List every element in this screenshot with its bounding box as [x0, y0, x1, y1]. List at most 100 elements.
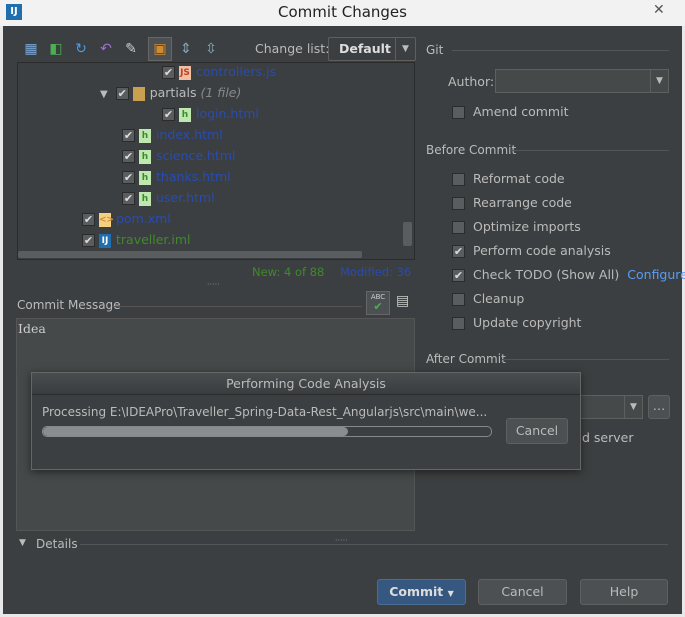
change-list-value: Default — [339, 41, 391, 56]
progress-fill — [43, 427, 348, 436]
progress-text: Processing E:\IDEAPro\Traveller_Spring-D… — [42, 405, 488, 419]
tree-item-label: pom.xml — [116, 211, 171, 226]
tree-item-label: thanks.html — [156, 169, 231, 184]
splitter-handle[interactable]: ····· — [335, 536, 348, 545]
tree-vertical-scrollbar[interactable] — [403, 222, 412, 246]
tree-item[interactable]: ✔ h science.html — [122, 146, 235, 166]
tree-item[interactable]: ✔ <> pom.xml — [82, 209, 171, 229]
close-button[interactable]: ✕ — [653, 0, 679, 20]
html-file-icon: h — [139, 191, 151, 206]
intellij-logo-icon: IJ — [6, 4, 22, 20]
include-checkbox[interactable]: ✔ — [122, 150, 135, 163]
include-checkbox[interactable]: ✔ — [122, 129, 135, 142]
after-commit-section-title: After Commit — [426, 352, 506, 366]
after-commit-option-text: d server — [582, 430, 634, 445]
tree-item-label: user.html — [156, 190, 215, 205]
commit-message-history-icon[interactable]: ▤ — [396, 293, 409, 309]
tree-item[interactable]: ▼ ✔ partials (1 file) — [100, 83, 241, 103]
status-modified: Modified: 36 — [340, 265, 412, 279]
option-checkbox[interactable]: Rearrange code — [452, 193, 572, 213]
commit-button[interactable]: Commit ▼ — [377, 579, 466, 605]
tree-item-label: index.html — [156, 127, 223, 142]
progress-dialog-title: Performing Code Analysis — [32, 373, 580, 395]
tree-item-label: partials — [149, 85, 197, 100]
change-list-label: Change list: — [255, 41, 330, 56]
commit-message-label: Commit Message — [17, 298, 121, 312]
before-commit-section-title: Before Commit — [426, 143, 517, 157]
tree-item[interactable]: ✔ JS controllers.js — [162, 63, 277, 82]
option-checkbox[interactable]: Reformat code — [452, 169, 565, 189]
amend-commit-checkbox[interactable]: Amend commit — [452, 102, 568, 122]
include-checkbox[interactable]: ✔ — [82, 213, 95, 226]
move-to-changelist-icon[interactable]: ◧ — [47, 40, 65, 58]
tree-item[interactable]: ✔ h login.html — [162, 104, 259, 124]
tree-horizontal-scrollbar[interactable] — [18, 251, 362, 258]
rollback-icon[interactable]: ↶ — [97, 40, 115, 58]
expand-all-icon[interactable]: ⇕ — [177, 40, 195, 58]
include-checkbox[interactable]: ✔ — [162, 108, 175, 121]
html-file-icon: h — [139, 149, 151, 164]
progress-cancel-button[interactable]: Cancel — [506, 418, 568, 444]
xml-file-icon: <> — [99, 212, 115, 227]
chevron-down-icon: ▼ — [624, 396, 642, 418]
divider — [452, 50, 669, 51]
details-label[interactable]: Details — [36, 537, 78, 551]
edit-source-icon[interactable]: ✎ — [122, 40, 140, 58]
tree-item[interactable]: ✔ IJ traveller.iml — [82, 230, 191, 250]
tree-item-label: traveller.iml — [116, 232, 191, 247]
cancel-button[interactable]: Cancel — [478, 579, 567, 605]
divider — [510, 150, 669, 151]
status-new: New: 4 of 88 — [252, 265, 325, 279]
expand-arrow-icon[interactable]: ▼ — [100, 89, 108, 100]
author-combobox[interactable]: ▼ — [495, 69, 669, 93]
tree-item-label: science.html — [156, 148, 236, 163]
chevron-down-icon: ▼ — [650, 70, 668, 92]
browse-button[interactable]: … — [648, 395, 670, 419]
file-count: (1 file) — [200, 85, 242, 100]
git-section-title: Git — [426, 43, 444, 57]
author-label: Author: — [448, 74, 495, 89]
details-toggle-icon[interactable]: ▼ — [19, 538, 26, 548]
option-checkbox[interactable]: ✔ Perform code analysis — [452, 241, 611, 261]
group-by-directory-icon[interactable]: ▣ — [148, 37, 172, 61]
configure-link[interactable]: Configure — [627, 267, 685, 282]
option-checkbox[interactable]: Update copyright — [452, 313, 581, 333]
change-list-dropdown[interactable]: Default ▼ — [328, 37, 416, 61]
tree-item[interactable]: ✔ h user.html — [122, 188, 215, 208]
option-checkbox[interactable]: ✔ Check TODO (Show All) Configure — [452, 265, 685, 285]
html-file-icon: h — [179, 107, 191, 122]
divider — [112, 306, 362, 307]
window-title: Commit Changes — [278, 3, 407, 21]
divider — [80, 544, 668, 545]
html-file-icon: h — [139, 170, 151, 185]
splitter-handle[interactable]: ····· — [207, 280, 220, 289]
include-checkbox[interactable]: ✔ — [122, 192, 135, 205]
progress-dialog: Performing Code Analysis Processing E:\I… — [31, 372, 581, 470]
folder-file-icon — [132, 86, 145, 101]
refresh-icon[interactable]: ↻ — [72, 40, 90, 58]
js-file-icon: JS — [179, 65, 191, 80]
tree-item[interactable]: ✔ h thanks.html — [122, 167, 231, 187]
tree-item-label: controllers.js — [196, 64, 277, 79]
chevron-down-icon: ▼ — [395, 38, 415, 60]
include-checkbox[interactable]: ✔ — [122, 171, 135, 184]
include-checkbox[interactable]: ✔ — [82, 234, 95, 247]
divider — [502, 359, 669, 360]
changes-tree[interactable]: ✔ JS controllers.js ▼ ✔ partials (1 file) ✔ h lo… — [17, 62, 415, 260]
option-checkbox[interactable]: Cleanup — [452, 289, 524, 309]
iml-file-icon: IJ — [99, 233, 111, 248]
html-file-icon: h — [139, 128, 151, 143]
help-button[interactable]: Help — [580, 579, 668, 605]
include-checkbox[interactable]: ✔ — [162, 66, 175, 79]
collapse-all-icon[interactable]: ⇳ — [202, 40, 220, 58]
include-checkbox[interactable]: ✔ — [115, 87, 129, 100]
tree-item-label: login.html — [196, 106, 259, 121]
title-bar: Commit Changes — [0, 0, 685, 26]
option-checkbox[interactable]: Optimize imports — [452, 217, 581, 237]
spellcheck-icon[interactable]: ABC ✔ — [366, 291, 390, 315]
progress-bar — [42, 426, 492, 437]
after-commit-combobox[interactable]: ▼ — [580, 395, 643, 419]
commit-message-text: Idea — [18, 321, 46, 336]
show-diff-icon[interactable]: ▦ — [22, 40, 40, 58]
tree-item[interactable]: ✔ h index.html — [122, 125, 223, 145]
